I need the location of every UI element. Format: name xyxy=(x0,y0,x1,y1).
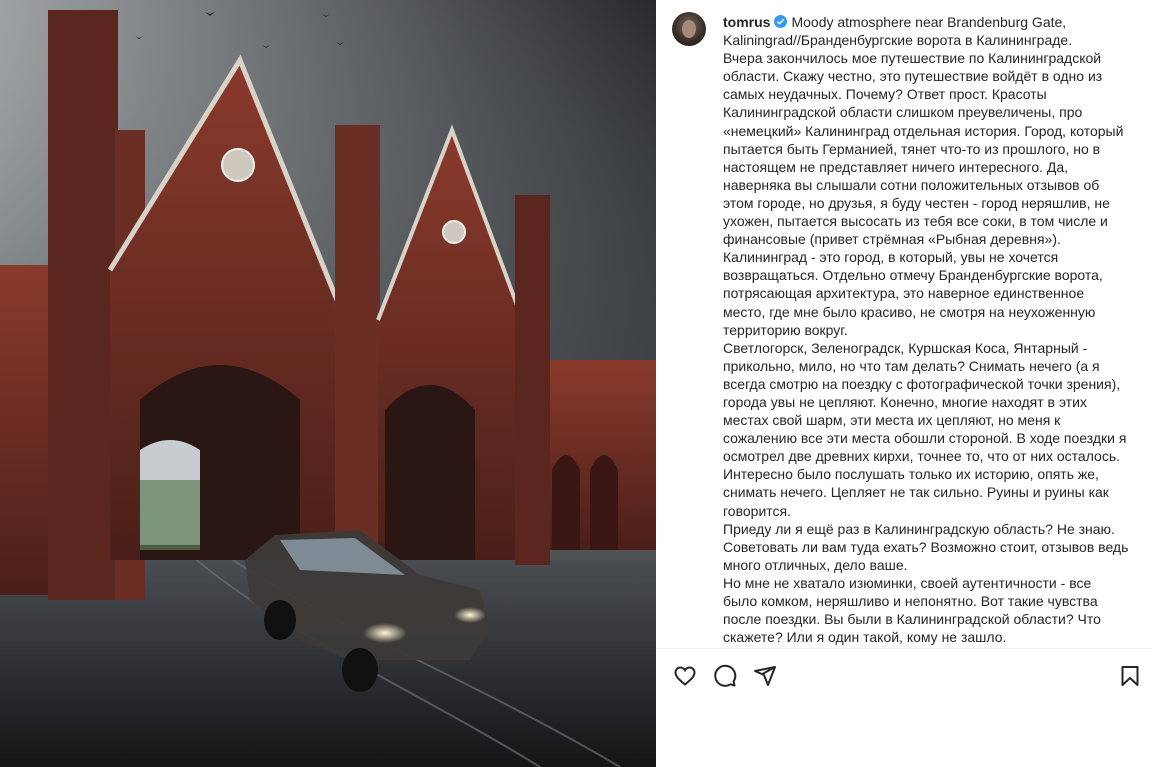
caption-paragraph-2: Светлогорск, Зеленоградск, Куршская Коса… xyxy=(723,339,1127,519)
caption-paragraph-3: Приеду ли я ещё раз в Калининградскую об… xyxy=(723,520,1129,573)
share-button[interactable] xyxy=(752,663,778,689)
post-photo[interactable] xyxy=(0,0,656,767)
post-caption: tomrus Moody atmosphere near Brandenburg … xyxy=(723,13,1129,646)
post-side-panel: tomrus Moody atmosphere near Brandenburg … xyxy=(656,0,1152,767)
username-link[interactable]: tomrus xyxy=(723,14,770,30)
caption-paragraph-4: Но мне не хватало изюминки, своей аутент… xyxy=(723,574,1101,646)
avatar-face xyxy=(682,20,696,38)
brandenburg-gate-image xyxy=(0,0,656,767)
post-actions-bar xyxy=(656,648,1152,703)
caption-paragraph-1: Вчера закончилось мое путешествие по Кал… xyxy=(723,50,1124,338)
comment-icon xyxy=(714,664,737,687)
comment-button[interactable] xyxy=(712,663,738,689)
save-button[interactable] xyxy=(1117,663,1143,689)
bookmark-icon xyxy=(1121,666,1139,686)
share-icon xyxy=(754,666,776,686)
caption-area: tomrus Moody atmosphere near Brandenburg … xyxy=(656,0,1152,648)
heart-icon xyxy=(674,666,696,686)
verified-badge-icon xyxy=(774,15,788,28)
avatar[interactable] xyxy=(672,12,706,46)
like-button[interactable] xyxy=(672,663,698,689)
